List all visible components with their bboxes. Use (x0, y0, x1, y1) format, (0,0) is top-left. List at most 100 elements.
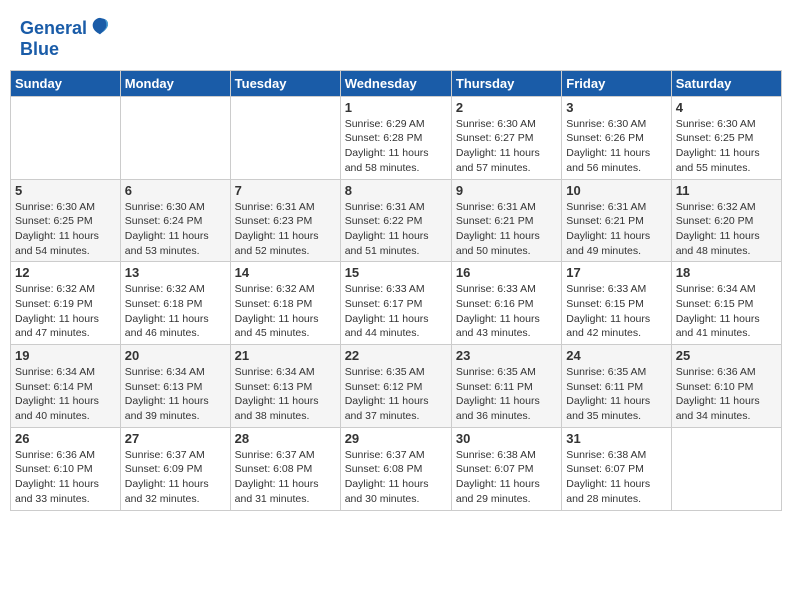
day-number: 14 (235, 265, 336, 280)
day-info: Sunrise: 6:36 AM Sunset: 6:10 PM Dayligh… (676, 365, 777, 424)
day-info: Sunrise: 6:37 AM Sunset: 6:08 PM Dayligh… (345, 448, 447, 507)
day-number: 27 (125, 431, 226, 446)
calendar-empty-cell (120, 96, 230, 179)
calendar-week-row: 5Sunrise: 6:30 AM Sunset: 6:25 PM Daylig… (11, 179, 782, 262)
day-info: Sunrise: 6:35 AM Sunset: 6:12 PM Dayligh… (345, 365, 447, 424)
calendar-day-30: 30 Sunrise: 6:38 AM Sunset: 6:07 PM Dayli… (451, 427, 561, 510)
day-number: 18 (676, 265, 777, 280)
day-info: Sunrise: 6:32 AM Sunset: 6:20 PM Dayligh… (676, 200, 777, 259)
day-number: 30 (456, 431, 557, 446)
logo-icon (89, 16, 111, 38)
calendar-day-17: 17 Sunrise: 6:33 AM Sunset: 6:15 PM Dayli… (562, 262, 671, 345)
day-info: Sunrise: 6:30 AM Sunset: 6:24 PM Dayligh… (125, 200, 226, 259)
day-number: 3 (566, 100, 666, 115)
calendar-day-2: 2 Sunrise: 6:30 AM Sunset: 6:27 PM Daylig… (451, 96, 561, 179)
day-number: 17 (566, 265, 666, 280)
day-number: 4 (676, 100, 777, 115)
weekday-header-row: SundayMondayTuesdayWednesdayThursdayFrid… (11, 70, 782, 96)
calendar-day-5: 5Sunrise: 6:30 AM Sunset: 6:25 PM Daylig… (11, 179, 121, 262)
day-info: Sunrise: 6:30 AM Sunset: 6:27 PM Dayligh… (456, 117, 557, 176)
calendar-day-6: 6Sunrise: 6:30 AM Sunset: 6:24 PM Daylig… (120, 179, 230, 262)
weekday-header-tuesday: Tuesday (230, 70, 340, 96)
calendar-week-row: 19 Sunrise: 6:34 AM Sunset: 6:14 PM Dayli… (11, 345, 782, 428)
day-info: Sunrise: 6:30 AM Sunset: 6:26 PM Dayligh… (566, 117, 666, 176)
day-info: Sunrise: 6:33 AM Sunset: 6:17 PM Dayligh… (345, 282, 447, 341)
day-number: 28 (235, 431, 336, 446)
calendar-day-28: 28 Sunrise: 6:37 AM Sunset: 6:08 PM Dayli… (230, 427, 340, 510)
day-info: Sunrise: 6:30 AM Sunset: 6:25 PM Dayligh… (676, 117, 777, 176)
calendar-day-10: 10 Sunrise: 6:31 AM Sunset: 6:21 PM Dayli… (562, 179, 671, 262)
day-number: 9 (456, 183, 557, 198)
day-number: 25 (676, 348, 777, 363)
calendar-empty-cell (11, 96, 121, 179)
day-number: 2 (456, 100, 557, 115)
day-number: 26 (15, 431, 116, 446)
calendar-day-21: 21Sunrise: 6:34 AM Sunset: 6:13 PM Dayli… (230, 345, 340, 428)
weekday-header-thursday: Thursday (451, 70, 561, 96)
day-info: Sunrise: 6:34 AM Sunset: 6:14 PM Dayligh… (15, 365, 116, 424)
day-number: 29 (345, 431, 447, 446)
day-number: 1 (345, 100, 447, 115)
day-number: 24 (566, 348, 666, 363)
day-number: 20 (125, 348, 226, 363)
day-info: Sunrise: 6:32 AM Sunset: 6:18 PM Dayligh… (235, 282, 336, 341)
calendar-day-18: 18 Sunrise: 6:34 AM Sunset: 6:15 PM Dayli… (671, 262, 781, 345)
day-number: 7 (235, 183, 336, 198)
day-number: 19 (15, 348, 116, 363)
calendar-day-11: 11 Sunrise: 6:32 AM Sunset: 6:20 PM Dayli… (671, 179, 781, 262)
calendar-day-14: 14 Sunrise: 6:32 AM Sunset: 6:18 PM Dayli… (230, 262, 340, 345)
logo-text: General (20, 19, 87, 39)
day-info: Sunrise: 6:36 AM Sunset: 6:10 PM Dayligh… (15, 448, 116, 507)
day-info: Sunrise: 6:31 AM Sunset: 6:23 PM Dayligh… (235, 200, 336, 259)
day-info: Sunrise: 6:31 AM Sunset: 6:22 PM Dayligh… (345, 200, 447, 259)
day-info: Sunrise: 6:34 AM Sunset: 6:13 PM Dayligh… (235, 365, 336, 424)
day-number: 12 (15, 265, 116, 280)
calendar-day-26: 26 Sunrise: 6:36 AM Sunset: 6:10 PM Dayli… (11, 427, 121, 510)
day-info: Sunrise: 6:34 AM Sunset: 6:15 PM Dayligh… (676, 282, 777, 341)
day-info: Sunrise: 6:35 AM Sunset: 6:11 PM Dayligh… (566, 365, 666, 424)
calendar-week-row: 12Sunrise: 6:32 AM Sunset: 6:19 PM Dayli… (11, 262, 782, 345)
calendar-week-row: 1 Sunrise: 6:29 AM Sunset: 6:28 PM Daylig… (11, 96, 782, 179)
calendar-day-9: 9 Sunrise: 6:31 AM Sunset: 6:21 PM Daylig… (451, 179, 561, 262)
day-info: Sunrise: 6:29 AM Sunset: 6:28 PM Dayligh… (345, 117, 447, 176)
day-info: Sunrise: 6:32 AM Sunset: 6:18 PM Dayligh… (125, 282, 226, 341)
day-info: Sunrise: 6:33 AM Sunset: 6:15 PM Dayligh… (566, 282, 666, 341)
calendar-day-23: 23Sunrise: 6:35 AM Sunset: 6:11 PM Dayli… (451, 345, 561, 428)
day-info: Sunrise: 6:31 AM Sunset: 6:21 PM Dayligh… (456, 200, 557, 259)
day-info: Sunrise: 6:37 AM Sunset: 6:08 PM Dayligh… (235, 448, 336, 507)
day-info: Sunrise: 6:33 AM Sunset: 6:16 PM Dayligh… (456, 282, 557, 341)
calendar-day-24: 24 Sunrise: 6:35 AM Sunset: 6:11 PM Dayli… (562, 345, 671, 428)
calendar-day-4: 4 Sunrise: 6:30 AM Sunset: 6:25 PM Daylig… (671, 96, 781, 179)
day-number: 31 (566, 431, 666, 446)
day-number: 11 (676, 183, 777, 198)
weekday-header-monday: Monday (120, 70, 230, 96)
day-info: Sunrise: 6:31 AM Sunset: 6:21 PM Dayligh… (566, 200, 666, 259)
logo: General Blue (20, 18, 111, 60)
day-number: 22 (345, 348, 447, 363)
calendar-table: SundayMondayTuesdayWednesdayThursdayFrid… (10, 70, 782, 511)
day-info: Sunrise: 6:30 AM Sunset: 6:25 PM Dayligh… (15, 200, 116, 259)
day-info: Sunrise: 6:37 AM Sunset: 6:09 PM Dayligh… (125, 448, 226, 507)
day-number: 13 (125, 265, 226, 280)
day-info: Sunrise: 6:38 AM Sunset: 6:07 PM Dayligh… (456, 448, 557, 507)
calendar-day-3: 3 Sunrise: 6:30 AM Sunset: 6:26 PM Daylig… (562, 96, 671, 179)
calendar-day-25: 25 Sunrise: 6:36 AM Sunset: 6:10 PM Dayli… (671, 345, 781, 428)
calendar-day-12: 12Sunrise: 6:32 AM Sunset: 6:19 PM Dayli… (11, 262, 121, 345)
day-number: 16 (456, 265, 557, 280)
calendar-day-1: 1 Sunrise: 6:29 AM Sunset: 6:28 PM Daylig… (340, 96, 451, 179)
calendar-day-7: 7 Sunrise: 6:31 AM Sunset: 6:23 PM Daylig… (230, 179, 340, 262)
day-number: 10 (566, 183, 666, 198)
calendar-day-22: 22 Sunrise: 6:35 AM Sunset: 6:12 PM Dayli… (340, 345, 451, 428)
day-number: 8 (345, 183, 447, 198)
day-info: Sunrise: 6:38 AM Sunset: 6:07 PM Dayligh… (566, 448, 666, 507)
calendar-empty-cell (671, 427, 781, 510)
calendar-day-8: 8 Sunrise: 6:31 AM Sunset: 6:22 PM Daylig… (340, 179, 451, 262)
weekday-header-sunday: Sunday (11, 70, 121, 96)
page-header: General Blue (10, 10, 782, 64)
calendar-day-29: 29 Sunrise: 6:37 AM Sunset: 6:08 PM Dayli… (340, 427, 451, 510)
calendar-day-20: 20Sunrise: 6:34 AM Sunset: 6:13 PM Dayli… (120, 345, 230, 428)
day-number: 15 (345, 265, 447, 280)
weekday-header-friday: Friday (562, 70, 671, 96)
calendar-day-15: 15 Sunrise: 6:33 AM Sunset: 6:17 PM Dayli… (340, 262, 451, 345)
weekday-header-wednesday: Wednesday (340, 70, 451, 96)
